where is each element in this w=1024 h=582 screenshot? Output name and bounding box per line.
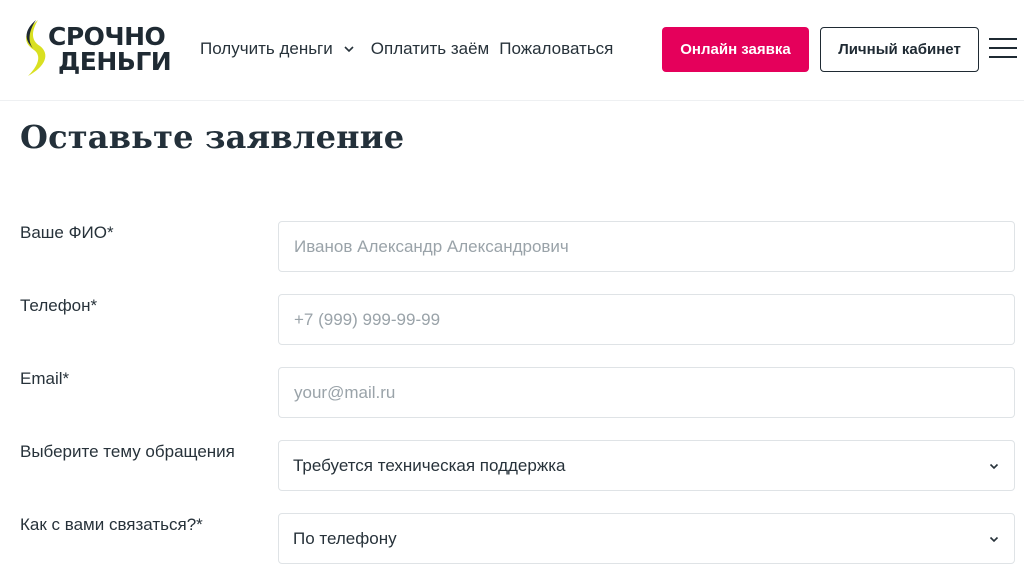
site-header: СРОЧНО ДЕНЬГИ Получить деньги Оплатить з…	[0, 0, 1024, 101]
nav-pay-loan[interactable]: Оплатить заём	[371, 39, 489, 59]
form-row-phone: Телефон*	[0, 294, 1024, 346]
logo[interactable]: СРОЧНО ДЕНЬГИ	[20, 18, 172, 78]
name-label: Ваше ФИО*	[20, 223, 114, 242]
logo-text-bottom: ДЕНЬГИ	[58, 47, 172, 76]
personal-account-button[interactable]: Личный кабинет	[820, 27, 979, 72]
form-row-topic: Выберите тему обращения Требуется технич…	[0, 440, 1024, 492]
contact-method-select[interactable]: По телефону	[278, 513, 1015, 564]
name-input[interactable]	[278, 221, 1015, 272]
logo-text-top: СРОЧНО	[48, 22, 166, 51]
contact-label: Как с вами связаться?*	[20, 515, 203, 534]
chevron-down-icon	[989, 463, 999, 469]
form-row-name: Ваше ФИО*	[0, 221, 1024, 273]
logo-swoosh-icon	[26, 20, 46, 76]
email-input[interactable]	[278, 367, 1015, 418]
nav-get-money[interactable]: Получить деньги	[200, 39, 355, 59]
chevron-down-icon	[989, 536, 999, 542]
phone-label: Телефон*	[20, 296, 98, 315]
online-application-button[interactable]: Онлайн заявка	[662, 27, 809, 72]
nav-complain[interactable]: Пожаловаться	[499, 39, 613, 59]
email-label: Email*	[20, 369, 70, 388]
form-row-email: Email*	[0, 367, 1024, 419]
hamburger-menu-icon[interactable]	[989, 38, 1017, 62]
chevron-down-icon	[344, 46, 354, 53]
topic-select-value: Требуется техническая поддержка	[293, 455, 566, 475]
contact-method-value: По телефону	[293, 528, 397, 548]
nav-get-money-label: Получить деньги	[200, 39, 333, 58]
topic-select[interactable]: Требуется техническая поддержка	[278, 440, 1015, 491]
topic-label: Выберите тему обращения	[20, 442, 235, 461]
nav-complain-label: Пожаловаться	[499, 39, 614, 58]
form-row-contact: Как с вами связаться?* По телефону	[0, 513, 1024, 565]
phone-input[interactable]	[278, 294, 1015, 345]
page-title: Оставьте заявление	[20, 118, 405, 156]
main-nav: Получить деньги Оплатить заём Пожаловать…	[200, 39, 613, 59]
nav-pay-loan-label: Оплатить заём	[370, 39, 490, 58]
